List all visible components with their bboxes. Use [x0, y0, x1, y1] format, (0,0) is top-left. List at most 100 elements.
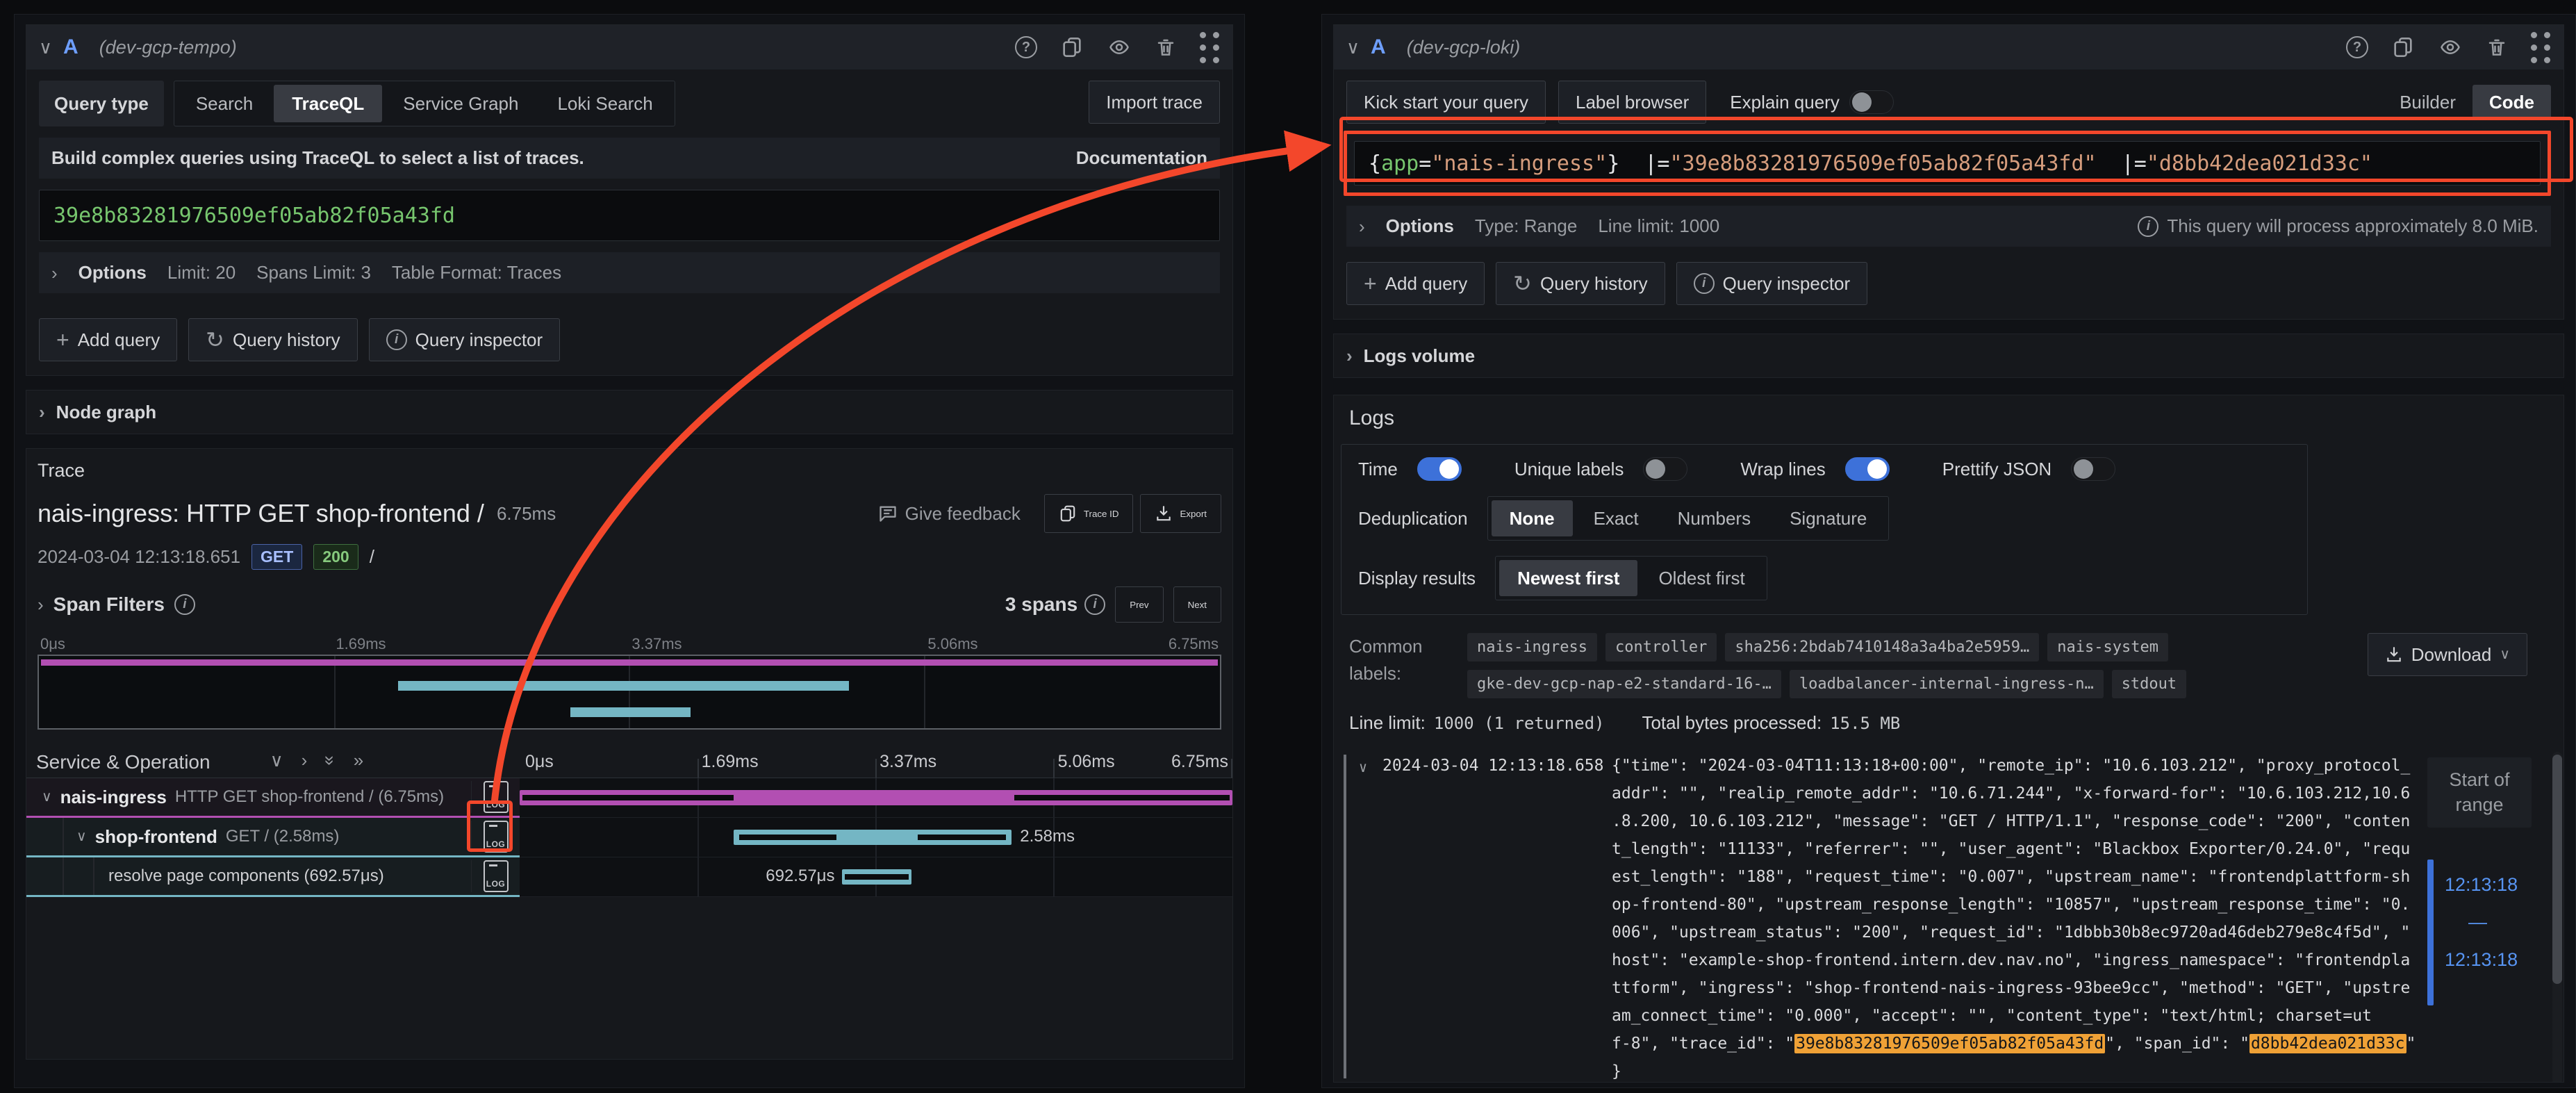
trace-id-button[interactable]: Trace ID: [1044, 494, 1134, 533]
log-row[interactable]: ∨ 2024-03-04 12:13:18.658 {"time": "2024…: [1344, 752, 2563, 1083]
traceql-query-input[interactable]: 39e8b83281976509ef05ab82f05a43fd: [39, 190, 1220, 241]
label-tag[interactable]: nais-system: [2047, 633, 2168, 661]
prettify-json-toggle[interactable]: [2071, 457, 2115, 481]
copy-icon[interactable]: [2392, 36, 2414, 58]
minimap-viewport[interactable]: [38, 655, 1221, 730]
dedup-signature[interactable]: Signature: [1772, 500, 1885, 536]
tab-service-graph[interactable]: Service Graph: [385, 85, 536, 122]
query-history-button[interactable]: ↺Query history: [1496, 262, 1665, 305]
label-tag[interactable]: controller: [1605, 633, 1717, 661]
deduplication-label: Deduplication: [1358, 508, 1468, 529]
span-logs-icon[interactable]: LOG: [484, 860, 509, 892]
query-inspector-button[interactable]: iQuery inspector: [369, 318, 561, 361]
logs-volume-label: Logs volume: [1364, 345, 1475, 367]
eye-icon[interactable]: [1107, 37, 1132, 58]
drag-handle-icon[interactable]: [1200, 32, 1220, 63]
prev-span-button[interactable]: Prev: [1115, 586, 1163, 623]
tab-traceql[interactable]: TraceQL: [274, 85, 382, 122]
builder-mode-button[interactable]: Builder: [2383, 85, 2472, 120]
node-graph-section[interactable]: › Node graph: [26, 390, 1233, 434]
trash-icon[interactable]: [1155, 36, 1176, 58]
tab-search[interactable]: Search: [178, 85, 271, 122]
copy-icon: [1059, 504, 1077, 523]
double-chevron-right-icon[interactable]: »: [354, 750, 363, 771]
logql-query-input[interactable]: {app="nais-ingress"} |="39e8b83281976509…: [1354, 141, 2541, 186]
export-button[interactable]: Export: [1140, 494, 1221, 533]
dedup-none[interactable]: None: [1492, 500, 1573, 536]
add-query-button[interactable]: +Add query: [1346, 262, 1485, 305]
span-logs-icon[interactable]: LOG: [484, 781, 509, 813]
explain-query-label: Explain query: [1730, 92, 1840, 113]
dedup-exact[interactable]: Exact: [1576, 500, 1657, 536]
give-feedback-link[interactable]: Give feedback: [877, 503, 1021, 525]
options-chevron-icon[interactable]: ›: [51, 264, 58, 282]
node-graph-chevron-icon[interactable]: ›: [39, 403, 45, 421]
range-start-time: 12:13:18: [2445, 871, 2518, 898]
span-logs-icon[interactable]: LOG: [484, 821, 509, 853]
common-labels-list: nais-ingress controller sha256:2bdab7410…: [1467, 633, 2354, 698]
span-row-shop-frontend[interactable]: ∨ shop-frontend GET / (2.58ms) LOG 2.58m…: [26, 818, 1232, 857]
span-row-nais-ingress[interactable]: ∨ nais-ingress HTTP GET shop-frontend / …: [26, 778, 1232, 818]
unique-labels-toggle[interactable]: [1643, 457, 1687, 481]
drag-handle-icon[interactable]: [2531, 32, 2551, 63]
trace-duration: 6.75ms: [497, 503, 556, 525]
span-collapse-chevron-icon[interactable]: ∨: [42, 790, 52, 804]
explain-query-toggle[interactable]: [1849, 90, 1894, 114]
scrollbar-thumb[interactable]: [2552, 755, 2562, 984]
deduplication-options: None Exact Numbers Signature: [1487, 496, 1890, 541]
trace-minimap[interactable]: 0μs 1.69ms 3.37ms 5.06ms 6.75ms: [38, 634, 1221, 730]
log-expand-chevron-icon[interactable]: ∨: [1359, 752, 1382, 1083]
collapse-chevron-icon[interactable]: ∨: [39, 38, 52, 56]
loki-explore-pane: ∨ A (dev-gcp-loki) ? Kick start your que…: [1321, 14, 2576, 1088]
logs-volume-chevron-icon[interactable]: ›: [1346, 347, 1353, 365]
logql-eq: =: [1419, 151, 1431, 176]
label-tag[interactable]: nais-ingress: [1467, 633, 1597, 661]
collapse-chevron-icon[interactable]: ∨: [1346, 38, 1360, 56]
next-span-button[interactable]: Next: [1173, 586, 1221, 623]
help-icon[interactable]: ?: [2346, 36, 2368, 58]
span-service: shop-frontend: [95, 826, 217, 848]
line-limit-label: Line limit:: [1349, 712, 1426, 734]
dedup-numbers[interactable]: Numbers: [1660, 500, 1769, 536]
option-table-format: Table Format: Traces: [392, 262, 561, 283]
query-history-button[interactable]: ↺Query history: [188, 318, 357, 361]
minimap-tick: 0μs: [40, 635, 65, 653]
span-row-resolve-page-components[interactable]: resolve page components (692.57μs) LOG 6…: [26, 857, 1232, 897]
traceql-help-text: Build complex queries using TraceQL to s…: [51, 147, 584, 169]
add-query-button[interactable]: +Add query: [39, 318, 177, 361]
documentation-link[interactable]: Documentation: [1076, 147, 1207, 169]
label-tag[interactable]: stdout: [2112, 670, 2186, 698]
chevron-right-icon[interactable]: ›: [302, 750, 308, 771]
options-chevron-icon[interactable]: ›: [1359, 217, 1365, 236]
code-mode-button[interactable]: Code: [2472, 85, 2551, 120]
download-button[interactable]: Download ∨: [2368, 633, 2527, 676]
kick-start-query-button[interactable]: Kick start your query: [1346, 81, 1546, 124]
loki-query-row-header[interactable]: ∨ A (dev-gcp-loki) ?: [1334, 25, 2563, 69]
trash-icon[interactable]: [2486, 36, 2507, 58]
loki-options-row[interactable]: › Options Type: Range Line limit: 1000 i…: [1346, 206, 2551, 247]
display-newest-first[interactable]: Newest first: [1499, 560, 1637, 596]
display-oldest-first[interactable]: Oldest first: [1640, 560, 1762, 596]
copy-icon[interactable]: [1061, 36, 1083, 58]
query-inspector-button[interactable]: iQuery inspector: [1676, 262, 1868, 305]
tempo-options-row[interactable]: › Options Limit: 20 Spans Limit: 3 Table…: [39, 252, 1220, 293]
label-tag[interactable]: gke-dev-gcp-nap-e2-standard-16-…: [1467, 670, 1781, 698]
trace-panel-title: Trace: [26, 449, 1232, 484]
eye-icon[interactable]: [2438, 37, 2463, 58]
info-icon: i: [1084, 594, 1105, 615]
import-trace-button[interactable]: Import trace: [1089, 81, 1220, 124]
start-of-range-label: Start of range: [2427, 757, 2532, 828]
chevron-down-icon[interactable]: ∨: [270, 750, 283, 771]
span-filters-chevron-icon[interactable]: ›: [38, 595, 44, 614]
double-chevron-down-icon[interactable]: »: [320, 755, 341, 765]
time-toggle[interactable]: [1417, 457, 1462, 481]
logs-volume-section[interactable]: › Logs volume: [1333, 334, 2564, 378]
label-tag[interactable]: loadbalancer-internal-ingress-n…: [1790, 670, 2104, 698]
tempo-query-row-header[interactable]: ∨ A (dev-gcp-tempo) ?: [26, 25, 1232, 69]
span-collapse-chevron-icon[interactable]: ∨: [76, 830, 87, 844]
label-tag[interactable]: sha256:2bdab7410148a3a4ba2e5959…: [1725, 633, 2039, 661]
tab-loki-search[interactable]: Loki Search: [539, 85, 670, 122]
help-icon[interactable]: ?: [1015, 36, 1037, 58]
wrap-lines-toggle[interactable]: [1845, 457, 1890, 481]
label-browser-button[interactable]: Label browser: [1558, 81, 1706, 124]
